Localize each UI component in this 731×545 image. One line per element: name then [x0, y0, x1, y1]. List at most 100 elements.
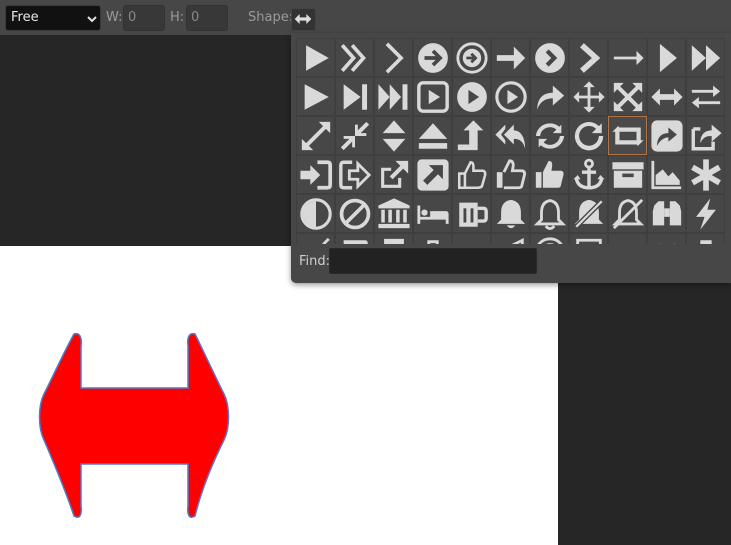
shape-option-anchor[interactable]: [569, 155, 608, 194]
bell-icon: [496, 199, 525, 228]
shape-option-bell-slash-outline[interactable]: [608, 194, 647, 233]
shape-option-move[interactable]: [569, 77, 608, 116]
play-large-icon: [304, 83, 329, 110]
shape-option-archive[interactable]: [608, 155, 647, 194]
shape-option-play-large[interactable]: [296, 77, 335, 116]
shape-option-fast-forward[interactable]: [686, 38, 725, 77]
shape-option-bus[interactable]: [569, 233, 608, 244]
external-link-icon: [380, 160, 408, 188]
shape-option-bullhorn[interactable]: [491, 233, 530, 244]
shape-option-compress-diagonal[interactable]: [335, 116, 374, 155]
shape-option-play-circle[interactable]: [452, 77, 491, 116]
shape-option-circle-chevron-right[interactable]: [530, 38, 569, 77]
shape-option-bell-slash[interactable]: [569, 194, 608, 233]
shape-option-redo[interactable]: [569, 116, 608, 155]
shape-option-adjust[interactable]: [296, 194, 335, 233]
step-forward-icon: [343, 83, 367, 110]
shape-option-sign-in[interactable]: [296, 155, 335, 194]
fast-forward-end-icon: [377, 83, 407, 110]
bug-icon: [455, 236, 489, 245]
shape-option-refresh[interactable]: [530, 116, 569, 155]
shape-picker-popup: Find:: [291, 33, 731, 283]
ban-icon: [339, 198, 370, 229]
shape-option-bell-outline[interactable]: [530, 194, 569, 233]
archive-icon: [611, 161, 644, 188]
shape-option-arrow-right[interactable]: [491, 38, 530, 77]
shape-option-sign-out[interactable]: [335, 155, 374, 194]
shape-option-caret-right[interactable]: [647, 38, 686, 77]
shape-option-bookmark[interactable]: [374, 233, 413, 244]
shape-option-share-arrow[interactable]: [530, 77, 569, 116]
shape-option-reply-all[interactable]: [491, 116, 530, 155]
shape-option-area-chart[interactable]: [647, 155, 686, 194]
shape-option-play[interactable]: [296, 38, 335, 77]
shape-option-bank[interactable]: [374, 194, 413, 233]
shape-option-calculator[interactable]: [608, 233, 647, 244]
retweet-icon: [611, 125, 644, 146]
shape-option-asterisk[interactable]: [686, 155, 725, 194]
shape-option-eject[interactable]: [413, 116, 452, 155]
shape-option-binoculars[interactable]: [647, 194, 686, 233]
shape-option-expand-diagonal[interactable]: [296, 116, 335, 155]
shape-option-bell[interactable]: [491, 194, 530, 233]
bed-icon: [416, 205, 449, 224]
shape-option-exchange[interactable]: [686, 77, 725, 116]
mode-select[interactable]: Free: [5, 5, 101, 31]
shape-option-beer[interactable]: [452, 194, 491, 233]
arrows-h-icon[interactable]: [36, 328, 236, 528]
shape-option-sort[interactable]: [374, 116, 413, 155]
shape-option-expand-arrows[interactable]: [608, 77, 647, 116]
shape-option-bug[interactable]: [452, 233, 491, 244]
calendar-icon: [658, 242, 675, 244]
shape-option-circle-outline-arrow-right[interactable]: [452, 38, 491, 77]
play-circle-outline-icon: [494, 80, 527, 113]
shape-option-bed[interactable]: [413, 194, 452, 233]
shape-option-bomb[interactable]: [296, 233, 335, 244]
shape-option-arrows-h[interactable]: [647, 77, 686, 116]
width-input[interactable]: 0: [123, 5, 165, 31]
shape-option-chevron-right[interactable]: [374, 38, 413, 77]
shape-option-play-square[interactable]: [413, 77, 452, 116]
shape-option-book[interactable]: [335, 233, 374, 244]
shape-option-calendar[interactable]: [647, 233, 686, 244]
refresh-icon: [535, 122, 564, 149]
shape-option-share-square[interactable]: [647, 116, 686, 155]
shape-option-retweet[interactable]: [608, 116, 647, 155]
expand-diagonal-icon: [301, 121, 330, 150]
shape-option-circle-arrow-right[interactable]: [413, 38, 452, 77]
shape-option-bolt[interactable]: [686, 194, 725, 233]
shape-option-thumbs-up[interactable]: [530, 155, 569, 194]
shape-option-external-link-square[interactable]: [413, 155, 452, 194]
binoculars-icon: [652, 200, 681, 225]
book-icon: [343, 239, 368, 244]
height-input[interactable]: 0: [186, 5, 228, 31]
level-up-icon: [457, 119, 483, 150]
shape-option-step-forward[interactable]: [335, 77, 374, 116]
shape-option-chevron-right-bold[interactable]: [569, 38, 608, 77]
share-square-outline-icon: [691, 124, 722, 150]
thumbs-up-icon: [535, 160, 564, 188]
shape-option-thumbs-o-up[interactable]: [491, 155, 530, 194]
play-icon: [305, 44, 329, 71]
shape-option-double-chevron-right[interactable]: [335, 38, 374, 77]
shape-option-camera[interactable]: [686, 233, 725, 244]
shape-option-share-square-outline[interactable]: [686, 116, 725, 155]
drawing-canvas[interactable]: [0, 246, 558, 545]
find-input[interactable]: [329, 248, 537, 274]
shape-option-long-arrow-right[interactable]: [608, 38, 647, 77]
arrows-h-icon: [650, 88, 683, 105]
shape-option-bullseye[interactable]: [530, 233, 569, 244]
shape-option-briefcase[interactable]: [413, 233, 452, 244]
shape-picker-button[interactable]: [291, 8, 316, 31]
shape-option-play-circle-outline[interactable]: [491, 77, 530, 116]
shape-option-fast-forward-end[interactable]: [374, 77, 413, 116]
shape-option-level-up[interactable]: [452, 116, 491, 155]
caret-right-icon: [659, 43, 677, 72]
shape-option-thumbs-up-outline[interactable]: [452, 155, 491, 194]
shape-option-external-link[interactable]: [374, 155, 413, 194]
share-square-icon: [650, 119, 683, 152]
double-chevron-right-icon: [340, 43, 366, 72]
bell-slash-outline-icon: [611, 198, 644, 229]
shape-option-ban[interactable]: [335, 194, 374, 233]
bus-icon: [575, 238, 602, 244]
